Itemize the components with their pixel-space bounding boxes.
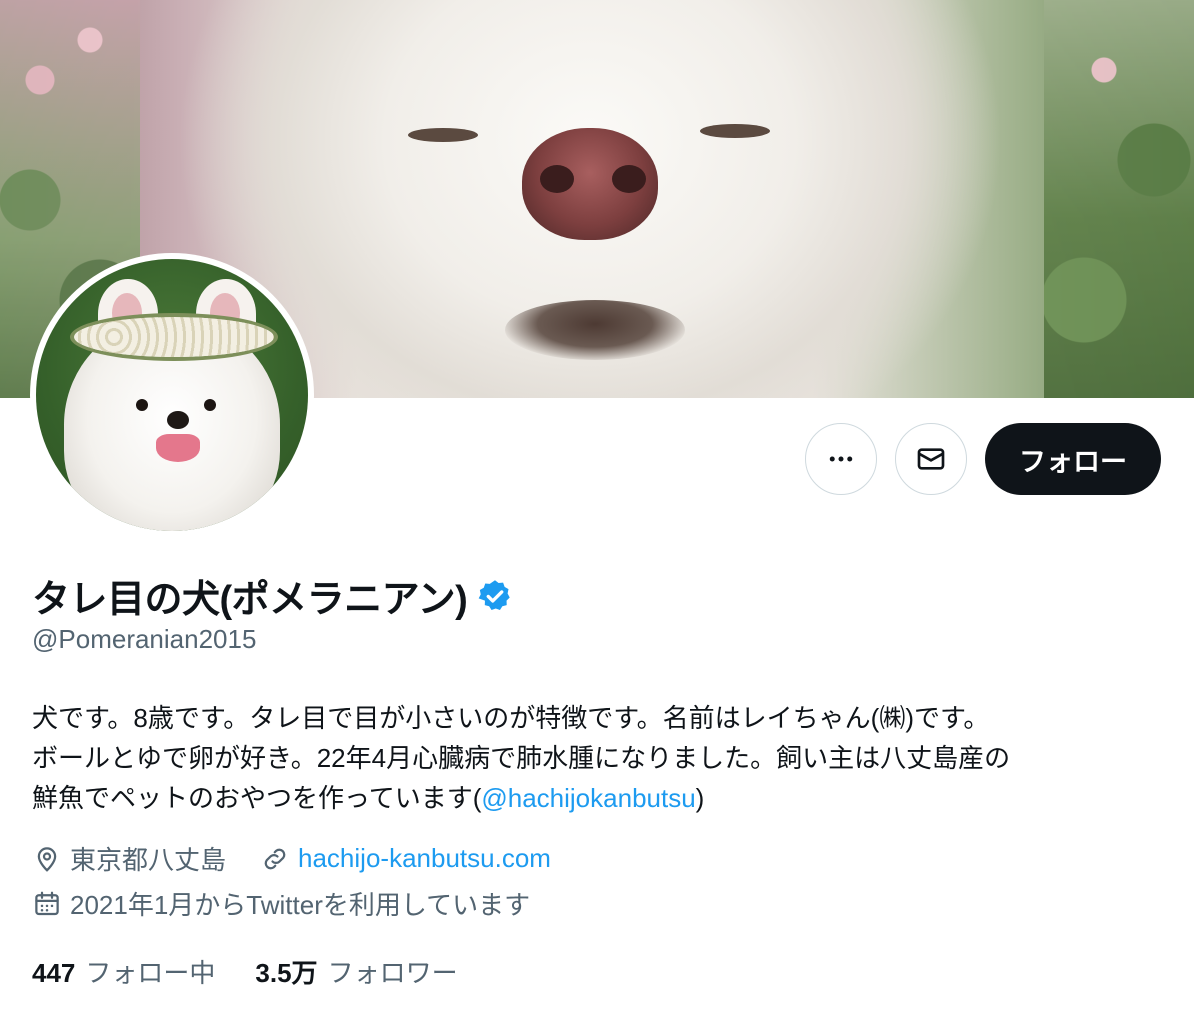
- profile-handle: @Pomeranian2015: [32, 624, 257, 654]
- avatar-flower-wreath: [74, 317, 274, 357]
- display-name: タレ目の犬(ポメラニアン): [32, 579, 468, 621]
- banner-dog-eye-right: [700, 124, 770, 138]
- bio-line: 鮮魚でペットのおやつを作っています(@hachijokanbutsu): [32, 778, 1152, 818]
- bio-text: ): [695, 783, 705, 813]
- banner-dog-eye-left: [408, 128, 478, 142]
- following-count: 447: [32, 958, 76, 988]
- website-link[interactable]: hachijo-kanbutsu.com: [298, 843, 551, 874]
- profile-meta-row: 2021年1月からTwitterを利用しています: [32, 885, 530, 922]
- bio-mention-link[interactable]: @hachijokanbutsu: [481, 783, 695, 813]
- more-button[interactable]: [805, 423, 877, 495]
- banner-dog-mouth: [505, 300, 685, 360]
- banner-foliage-right: [1044, 0, 1194, 398]
- following-label: フォロー中: [85, 958, 216, 988]
- followers-link[interactable]: 3.5万 フォロワー: [255, 953, 457, 990]
- envelope-icon: [917, 448, 945, 470]
- banner-dog-nostril-left: [540, 165, 574, 193]
- location-text: 東京都八丈島: [70, 845, 227, 875]
- followers-count: 3.5万: [255, 958, 318, 988]
- profile-meta-row: 東京都八丈島 hachijo-kanbutsu.com: [32, 840, 551, 877]
- profile-bio: 犬です。8歳です。タレ目で目が小さいのが特徴です。名前はレイちゃん(㈱)です。 …: [32, 698, 1152, 818]
- profile-avatar[interactable]: [30, 253, 314, 537]
- link-icon: [264, 848, 286, 869]
- avatar-dog-nose: [167, 411, 189, 429]
- avatar-dog-eye-left: [136, 399, 148, 411]
- calendar-icon: [35, 891, 59, 915]
- avatar-image: [36, 259, 308, 531]
- followers-label: フォロワー: [327, 958, 458, 988]
- location-pin-icon: [37, 846, 57, 872]
- avatar-dog-tongue: [156, 434, 200, 462]
- joined-date-text: 2021年1月からTwitterを利用しています: [70, 890, 531, 920]
- bio-line: 犬です。8歳です。タレ目で目が小さいのが特徴です。名前はレイちゃん(㈱)です。: [32, 703, 990, 733]
- following-link[interactable]: 447 フォロー中: [32, 953, 215, 990]
- profile-stats: 447 フォロー中 3.5万 フォロワー: [32, 953, 458, 990]
- bio-text: 鮮魚でペットのおやつを作っています(: [32, 783, 482, 813]
- message-button[interactable]: [895, 423, 967, 495]
- more-horizontal-icon: [829, 456, 853, 462]
- bio-line: ボールとゆで卵が好き。22年4月心臓病で肺水腫になりました。飼い主は八丈島産の: [32, 743, 1011, 773]
- profile-name-row: タレ目の犬(ポメラニアン): [32, 568, 513, 623]
- profile-actions: フォロー: [805, 423, 1161, 495]
- verified-badge-icon[interactable]: [477, 578, 513, 614]
- avatar-dog-eye-right: [204, 399, 216, 411]
- follow-button[interactable]: フォロー: [985, 423, 1161, 495]
- banner-dog-nostril-right: [612, 165, 646, 193]
